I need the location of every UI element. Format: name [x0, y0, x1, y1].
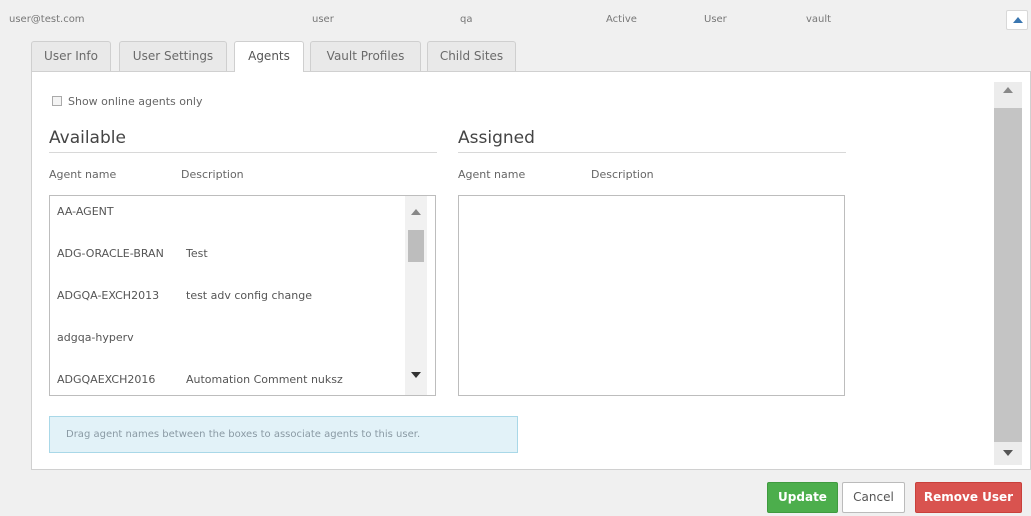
agent-description: Test [186, 247, 208, 260]
assigned-divider [458, 152, 846, 153]
user-vault: vault [806, 14, 832, 25]
online-only-checkbox[interactable] [52, 96, 62, 106]
online-only-label: Show online agents only [68, 95, 203, 108]
agent-name: ADGQA-EXCH2013 [57, 289, 160, 302]
user-status: Active [606, 14, 637, 25]
collapse-row-button[interactable] [1006, 10, 1028, 30]
drag-hint-message: Drag agent names between the boxes to as… [49, 416, 518, 453]
agent-name: adgqa-hyperv [57, 331, 134, 344]
tab-user-info[interactable]: User Info [31, 41, 111, 71]
user-role: User [704, 14, 727, 25]
remove-user-button[interactable]: Remove User [915, 482, 1022, 513]
user-group: qa [460, 14, 473, 25]
user-email: user@test.com [9, 14, 85, 25]
scroll-up-icon[interactable] [1003, 87, 1013, 93]
assigned-agents-list[interactable] [458, 195, 845, 396]
scroll-thumb[interactable] [994, 108, 1022, 442]
cancel-button[interactable]: Cancel [842, 482, 905, 513]
scroll-thumb[interactable] [408, 230, 424, 262]
agent-name: ADGQAEXCH2016 [57, 373, 156, 386]
update-button[interactable]: Update [767, 482, 838, 513]
tab-vault-profiles[interactable]: Vault Profiles [310, 41, 421, 71]
agent-description: Automation Comment nuksz [186, 373, 343, 386]
scroll-up-icon[interactable] [411, 209, 421, 215]
user-login: user [312, 14, 334, 25]
available-list-scrollbar[interactable] [405, 196, 427, 395]
agent-description: test adv config change [186, 289, 312, 302]
agent-name: ADG-ORACLE-BRAN [57, 247, 164, 260]
available-heading: Available [49, 128, 126, 148]
tab-agents[interactable]: Agents [234, 41, 304, 72]
assigned-col-description: Description [591, 168, 654, 181]
assigned-col-agent-name: Agent name [458, 168, 526, 181]
available-col-agent-name: Agent name [49, 168, 117, 181]
drag-hint-text: Drag agent names between the boxes to as… [66, 429, 421, 440]
tab-user-settings[interactable]: User Settings [119, 41, 227, 71]
available-divider [49, 152, 437, 153]
panel-scrollbar[interactable] [994, 82, 1022, 465]
agent-name: AA-AGENT [57, 205, 114, 218]
assigned-heading: Assigned [458, 128, 535, 148]
user-summary-row[interactable]: user@test.com user qa Active User vault [0, 0, 1031, 40]
available-agents-list[interactable]: AA-AGENT ADG-ORACLE-BRAN Test ADGQA-EXCH… [49, 195, 436, 396]
scroll-down-icon[interactable] [1003, 450, 1013, 456]
available-col-description: Description [181, 168, 244, 181]
tab-child-sites[interactable]: Child Sites [427, 41, 516, 71]
scroll-down-icon[interactable] [411, 372, 421, 378]
